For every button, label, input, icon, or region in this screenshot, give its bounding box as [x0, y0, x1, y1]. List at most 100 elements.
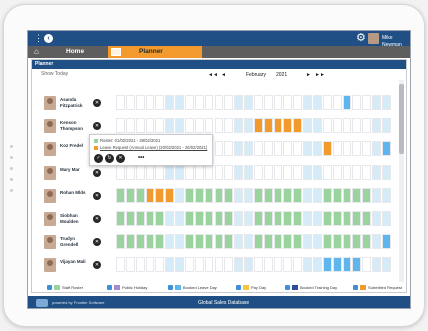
day-cell[interactable]: [283, 211, 293, 226]
day-cell[interactable]: [204, 95, 214, 110]
day-cell[interactable]: [283, 187, 293, 203]
day-cell[interactable]: [244, 95, 253, 110]
day-cell[interactable]: [372, 234, 381, 250]
checkbox[interactable]: [107, 285, 112, 290]
day-cell[interactable]: [352, 257, 362, 273]
day-cell[interactable]: [234, 118, 244, 134]
day-cell[interactable]: [283, 257, 293, 273]
day-cell[interactable]: [332, 164, 342, 180]
day-cell[interactable]: [224, 257, 234, 273]
day-cell[interactable]: [135, 118, 145, 134]
day-cell[interactable]: [342, 164, 352, 180]
more-options-icon[interactable]: •••: [138, 154, 144, 163]
remove-icon[interactable]: ✕: [93, 261, 101, 270]
day-cell[interactable]: [362, 118, 372, 134]
day-cell[interactable]: [253, 118, 263, 134]
day-cell[interactable]: [204, 211, 214, 226]
day-cell[interactable]: [293, 187, 303, 203]
day-cell[interactable]: [263, 95, 273, 110]
day-cell[interactable]: [184, 95, 194, 110]
day-cell[interactable]: [332, 95, 342, 110]
day-cell[interactable]: [332, 211, 342, 226]
day-cell[interactable]: [313, 95, 322, 110]
day-cell[interactable]: [175, 234, 184, 250]
day-cell[interactable]: [125, 164, 135, 180]
day-cell[interactable]: [145, 95, 155, 110]
checkbox[interactable]: [168, 285, 173, 290]
day-cell[interactable]: [234, 187, 244, 203]
popup-leave-text[interactable]: Leave Request (Annual Leave) (20/02/2021…: [100, 145, 207, 150]
day-cell[interactable]: [362, 164, 372, 180]
day-cell[interactable]: [352, 211, 362, 226]
day-cell[interactable]: [372, 187, 381, 203]
day-cell[interactable]: [313, 164, 322, 180]
day-cell[interactable]: [263, 187, 273, 203]
day-cell[interactable]: [125, 234, 135, 250]
day-cell[interactable]: [204, 257, 214, 273]
day-cell[interactable]: [381, 211, 391, 226]
day-cell[interactable]: [214, 211, 224, 226]
day-cell[interactable]: [303, 141, 312, 157]
day-cell[interactable]: [224, 234, 234, 250]
day-cell[interactable]: [342, 211, 352, 226]
day-cell[interactable]: [372, 164, 381, 180]
day-cell[interactable]: [125, 118, 135, 134]
staff-row[interactable]: Asanda Fitzpatrick ✕: [36, 92, 104, 114]
day-cell[interactable]: [303, 95, 312, 110]
day-cell[interactable]: [125, 211, 135, 226]
gear-icon[interactable]: ⚙: [356, 32, 366, 44]
day-cell[interactable]: [116, 164, 125, 180]
day-cell[interactable]: [244, 141, 253, 157]
day-cell[interactable]: [214, 141, 224, 157]
day-cell[interactable]: [322, 234, 332, 250]
day-cell[interactable]: [155, 95, 165, 110]
day-cell[interactable]: [303, 211, 312, 226]
checkbox[interactable]: [285, 285, 290, 290]
day-cell[interactable]: [194, 211, 204, 226]
day-cell[interactable]: [263, 211, 273, 226]
day-cell[interactable]: [155, 187, 165, 203]
day-cell[interactable]: [145, 164, 155, 180]
day-cell[interactable]: [184, 211, 194, 226]
day-cell[interactable]: [362, 141, 372, 157]
remove-icon[interactable]: ✕: [93, 238, 101, 247]
day-cell[interactable]: [145, 257, 155, 273]
day-cell[interactable]: [313, 257, 322, 273]
day-cell[interactable]: [155, 211, 165, 226]
day-cell[interactable]: [303, 257, 312, 273]
day-cell[interactable]: [293, 95, 303, 110]
day-cell[interactable]: [372, 141, 381, 157]
checkbox[interactable]: [353, 285, 358, 290]
day-cell[interactable]: [214, 118, 224, 134]
day-cell[interactable]: [293, 141, 303, 157]
day-cell[interactable]: [352, 234, 362, 250]
day-cell[interactable]: [253, 257, 263, 273]
day-cell[interactable]: [244, 234, 253, 250]
day-cell[interactable]: [194, 257, 204, 273]
day-cell[interactable]: [135, 187, 145, 203]
day-cell[interactable]: [253, 164, 263, 180]
day-cell[interactable]: [352, 95, 362, 110]
day-cell[interactable]: [184, 187, 194, 203]
next-button[interactable]: ►: [306, 72, 311, 79]
day-cell[interactable]: [175, 164, 184, 180]
day-cell[interactable]: [283, 141, 293, 157]
day-cell[interactable]: [234, 257, 244, 273]
remove-icon[interactable]: ✕: [93, 215, 101, 223]
day-cell[interactable]: [372, 211, 381, 226]
day-cell[interactable]: [381, 118, 391, 134]
staff-row[interactable]: Siobhan Moulden ✕: [36, 208, 104, 230]
day-cell[interactable]: [244, 211, 253, 226]
day-cell[interactable]: [313, 187, 322, 203]
day-cell[interactable]: [155, 234, 165, 250]
next-fast-button[interactable]: ►►: [315, 72, 325, 79]
day-cell[interactable]: [214, 164, 224, 180]
day-cell[interactable]: [224, 187, 234, 203]
day-cell[interactable]: [194, 234, 204, 250]
day-cell[interactable]: [313, 211, 322, 226]
user-avatar[interactable]: [368, 33, 379, 44]
day-cell[interactable]: [322, 141, 332, 157]
day-cell[interactable]: [125, 257, 135, 273]
day-cell[interactable]: [155, 118, 165, 134]
day-cell[interactable]: [116, 118, 125, 134]
